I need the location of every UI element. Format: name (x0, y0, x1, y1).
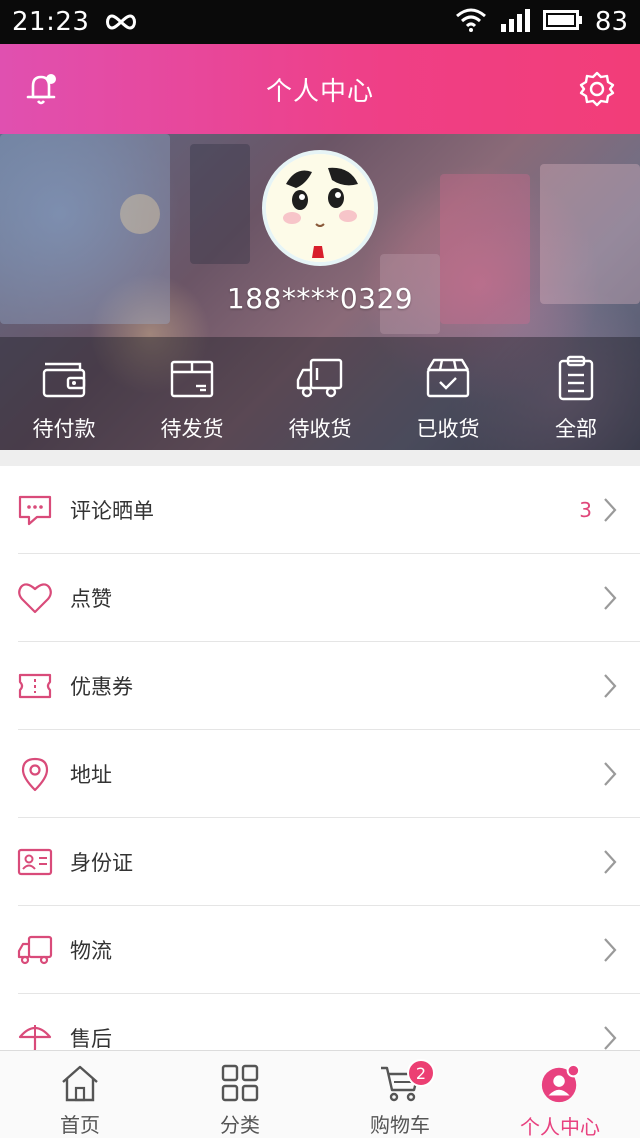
bottom-nav: 首页 分类 2 购物车 个人中心 (0, 1050, 640, 1138)
section-divider (0, 450, 640, 466)
received-box-icon (421, 353, 475, 403)
order-label: 待收货 (288, 417, 352, 441)
profile-banner: 188****0329 待付款 待发货 待收货 已收货 全部 (0, 134, 640, 450)
wallet-icon (37, 353, 91, 403)
user-phone: 188****0329 (226, 282, 414, 315)
battery-level: 83 (594, 7, 628, 37)
order-label: 已收货 (416, 417, 480, 441)
status-right: 83 (455, 7, 628, 37)
review-count: 3 (579, 498, 592, 522)
nav-profile[interactable]: 个人中心 (480, 1051, 640, 1138)
signal-icon (499, 8, 531, 36)
cart-icon: 2 (379, 1059, 435, 1103)
clipboard-icon (549, 353, 603, 403)
nav-label: 首页 (60, 1113, 100, 1137)
status-bar: 21:23 83 (0, 0, 640, 44)
truck-icon (17, 932, 53, 968)
app-header: 个人中心 (0, 44, 640, 134)
order-label: 全部 (555, 417, 597, 441)
chevron-right-icon (600, 496, 620, 524)
nav-category[interactable]: 分类 (160, 1051, 320, 1138)
order-label: 待付款 (32, 417, 96, 441)
heart-icon (17, 580, 53, 616)
order-label: 待发货 (160, 417, 224, 441)
order-pending-shipment[interactable]: 待发货 (128, 337, 256, 450)
nav-home[interactable]: 首页 (0, 1051, 160, 1138)
menu-item-reviews[interactable]: 评论晒单 3 (0, 466, 640, 554)
nav-label: 购物车 (370, 1113, 430, 1137)
avatar[interactable] (262, 150, 378, 266)
chevron-right-icon (600, 848, 620, 876)
gear-icon[interactable] (574, 66, 620, 112)
location-pin-icon (17, 756, 53, 792)
order-all[interactable]: 全部 (512, 337, 640, 450)
page-title: 个人中心 (265, 76, 374, 107)
order-pending-receipt[interactable]: 待收货 (256, 337, 384, 450)
coupon-icon (17, 668, 53, 704)
cart-badge: 2 (407, 1059, 435, 1087)
wifi-icon (455, 8, 487, 36)
nav-label: 个人中心 (520, 1115, 600, 1138)
order-received[interactable]: 已收货 (384, 337, 512, 450)
screen: 21:23 83 个人中心 188****0329 待付款 待发货 待收货 已收… (0, 0, 640, 1138)
menu-item-address[interactable]: 地址 (0, 730, 640, 818)
menu-label: 评论晒单 (70, 499, 154, 523)
menu-item-id-card[interactable]: 身份证 (0, 818, 640, 906)
menu-label: 物流 (70, 939, 112, 963)
id-card-icon (17, 844, 53, 880)
menu-label: 点赞 (70, 587, 112, 611)
cartoon-avatar-icon (266, 154, 374, 262)
nav-label: 分类 (220, 1113, 260, 1137)
chevron-right-icon (600, 1024, 620, 1052)
menu-item-likes[interactable]: 点赞 (0, 554, 640, 642)
chevron-right-icon (600, 760, 620, 788)
menu-label: 售后 (70, 1027, 112, 1051)
order-status-bar: 待付款 待发货 待收货 已收货 全部 (0, 337, 640, 450)
menu-list: 评论晒单 3 点赞 优惠券 地址 身份证 物流 售后 (0, 466, 640, 1082)
infinity-icon (103, 12, 139, 32)
home-icon (59, 1063, 101, 1103)
user-icon (539, 1063, 581, 1105)
truck-icon (293, 353, 347, 403)
nav-cart[interactable]: 2 购物车 (320, 1051, 480, 1138)
grid-icon (219, 1063, 261, 1103)
order-pending-payment[interactable]: 待付款 (0, 337, 128, 450)
menu-label: 优惠券 (70, 675, 133, 699)
menu-label: 地址 (70, 763, 112, 787)
comment-icon (17, 492, 53, 528)
menu-item-coupons[interactable]: 优惠券 (0, 642, 640, 730)
menu-label: 身份证 (70, 851, 133, 875)
chevron-right-icon (600, 672, 620, 700)
notification-bell-icon[interactable] (18, 66, 64, 112)
chevron-right-icon (600, 936, 620, 964)
status-time: 21:23 (12, 7, 90, 37)
menu-item-logistics[interactable]: 物流 (0, 906, 640, 994)
chevron-right-icon (600, 584, 620, 612)
package-icon (165, 353, 219, 403)
battery-icon (542, 8, 583, 36)
